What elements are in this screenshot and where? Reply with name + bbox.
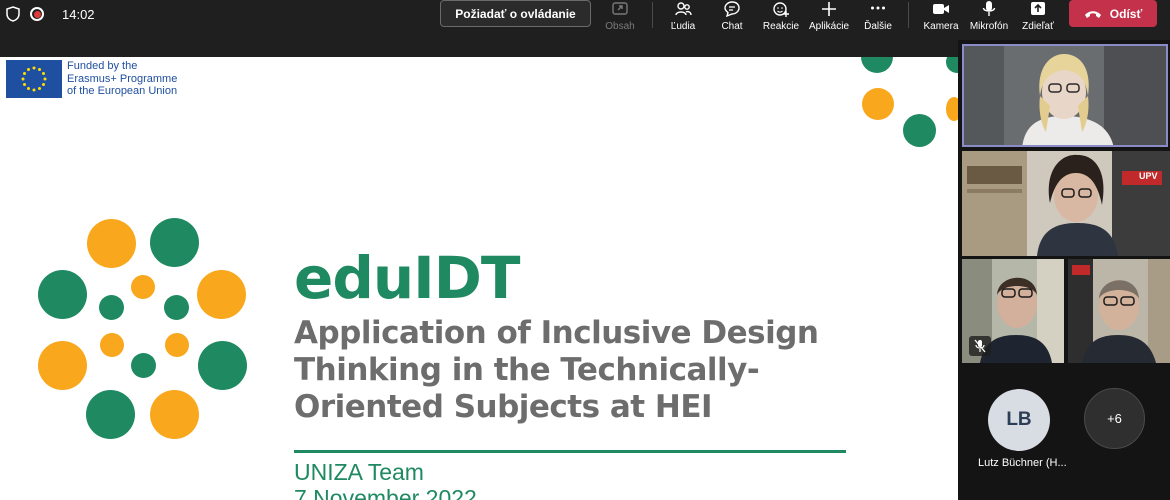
logo-dot (197, 270, 246, 319)
toolbar-camera-label: Kamera (923, 21, 959, 32)
camera-icon (933, 4, 949, 14)
hang-up-icon (1084, 10, 1101, 18)
toolbar-more-label: Ďalšie (864, 21, 892, 32)
share-icon (1031, 2, 1045, 15)
toolbar-chat-label: Chat (721, 21, 743, 32)
title-divider (294, 450, 846, 453)
more-icon (871, 6, 885, 10)
toolbar-share-label: Zdieľať (1022, 21, 1054, 32)
meeting-timer: 14:02 (62, 6, 95, 22)
eu-funding-text: Funded by the Erasmus+ Programme of the … (67, 60, 178, 97)
slide-team: UNIZA Team (294, 459, 424, 485)
participant-video (1068, 259, 1170, 363)
video-tile-speaker[interactable] (962, 44, 1168, 147)
toolbar-microphone-button[interactable]: Mikrofón (966, 0, 1012, 36)
logo-dot (38, 341, 87, 390)
slide-date: 7 November 2022 (294, 485, 477, 500)
logo-dot (99, 295, 124, 320)
more-participants-button[interactable]: +6 (1084, 388, 1145, 449)
toolbar-more-button[interactable]: Ďalšie (858, 0, 898, 36)
toolbar-reactions-label: Reakcie (762, 21, 800, 32)
eu-flag-icon (6, 60, 62, 98)
toolbar-content-label: Obsah (605, 21, 635, 32)
decor-dot (903, 114, 936, 147)
share-content-icon (612, 2, 628, 15)
logo-dot (86, 390, 135, 439)
meeting-toolbar: 14:02 Požiadať o ovládanie Obsah Ľudia C… (0, 0, 1170, 40)
slide-subtitle: Application of Inclusive Design Thinking… (294, 315, 819, 425)
decor-dot (861, 57, 893, 73)
people-icon (675, 2, 692, 16)
microphone-icon (982, 1, 996, 16)
participant-avatar[interactable]: LB (988, 389, 1050, 451)
logo-dot (38, 270, 87, 319)
add-apps-icon (822, 2, 836, 16)
recording-icon (30, 7, 44, 21)
participant-video (964, 46, 1166, 145)
toolbar-apps-label: Aplikácie (808, 21, 850, 32)
toolbar-camera-button[interactable]: Kamera (920, 0, 962, 36)
toolbar-reactions-button[interactable]: Reakcie (760, 0, 802, 36)
reactions-icon (773, 2, 789, 17)
toolbar-divider (652, 2, 653, 28)
participant-video (962, 151, 1170, 256)
video-tile-participant[interactable] (1068, 259, 1170, 363)
toolbar-chat-button[interactable]: Chat (712, 0, 752, 36)
logo-dot (165, 333, 189, 357)
logo-dot (131, 353, 156, 378)
toolbar-microphone-label: Mikrofón (969, 21, 1009, 32)
decor-dot (862, 88, 894, 120)
toolbar-share-button[interactable]: Zdieľať (1017, 0, 1059, 36)
slide-title: eduIDT (294, 244, 520, 312)
toolbar-content-button[interactable]: Obsah (600, 0, 640, 36)
toolbar-apps-button[interactable]: Aplikácie (808, 0, 850, 36)
shield-icon (6, 6, 20, 22)
video-tile-participant[interactable]: UPV (962, 151, 1170, 256)
chat-icon (724, 1, 740, 18)
leave-button[interactable]: Odísť (1069, 0, 1157, 27)
logo-dot (150, 390, 199, 439)
logo-dot (150, 218, 199, 267)
logo-dot (100, 333, 124, 357)
toolbar-left: 14:02 (6, 5, 95, 23)
toolbar-people-button[interactable]: Ľudia (663, 0, 703, 36)
logo-dot (87, 219, 136, 268)
decor-dot (946, 57, 958, 73)
eu-funding-logo: Funded by the Erasmus+ Programme of the … (6, 60, 177, 98)
request-control-button[interactable]: Požiadať o ovládanie (440, 0, 591, 27)
leave-label: Odísť (1109, 6, 1143, 21)
upv-sign: UPV (1139, 171, 1158, 181)
participant-name: Lutz Büchner (H... (978, 457, 1067, 469)
decor-dot (946, 97, 958, 121)
toolbar-divider (908, 2, 909, 28)
logo-dot (198, 341, 247, 390)
logo-dot (131, 275, 155, 299)
toolbar-people-label: Ľudia (670, 21, 696, 32)
muted-microphone-icon (969, 336, 991, 356)
logo-dot (164, 295, 189, 320)
shared-slide: Funded by the Erasmus+ Programme of the … (0, 57, 958, 500)
